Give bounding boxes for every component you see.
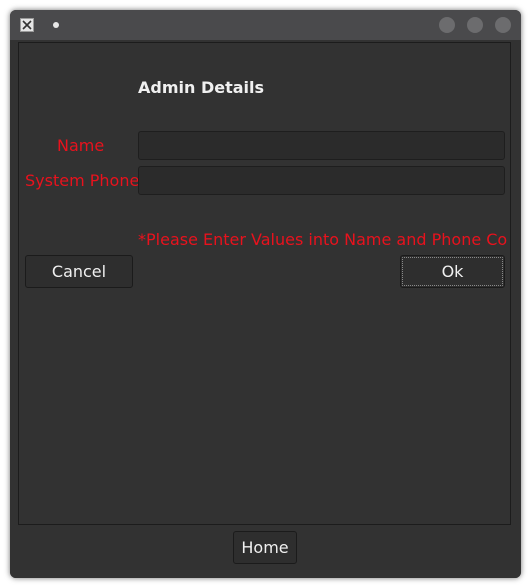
close-icon[interactable] [495, 17, 511, 33]
minimize-icon[interactable] [439, 17, 455, 33]
system-phone-label: System Phone [25, 171, 140, 190]
bottom-bar: Home [10, 525, 521, 578]
name-field[interactable] [138, 131, 505, 160]
ok-button[interactable]: Ok [400, 255, 505, 288]
app-window: Admin Details Name System Phone *Please … [10, 10, 521, 578]
validation-warning: *Please Enter Values into Name and Phone… [138, 230, 508, 249]
maximize-icon[interactable] [467, 17, 483, 33]
cancel-button[interactable]: Cancel [25, 255, 133, 288]
title-bar[interactable] [10, 10, 521, 40]
name-label: Name [57, 136, 105, 155]
home-button[interactable]: Home [233, 531, 297, 564]
x-window-icon [20, 18, 34, 32]
system-phone-field[interactable] [138, 166, 505, 195]
pin-icon[interactable] [53, 22, 59, 28]
page-title: Admin Details [138, 78, 265, 97]
